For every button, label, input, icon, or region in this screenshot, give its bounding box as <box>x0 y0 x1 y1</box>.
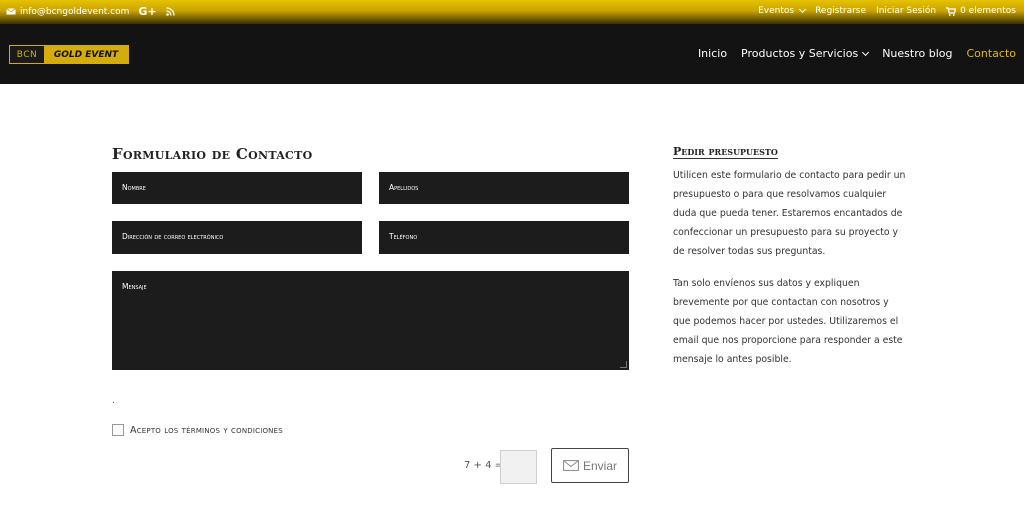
captcha-input[interactable] <box>500 450 537 484</box>
nav-productos[interactable]: Productos y Servicios <box>741 47 870 60</box>
captcha-question: 7 + 4 = <box>464 460 504 471</box>
eventos-link[interactable]: Eventos <box>758 5 807 16</box>
sidebar-title: Pedir presupuesto <box>673 145 778 159</box>
top-bar: info@bcngoldevent.com G+ Eventos Registr… <box>0 0 1024 24</box>
nav-blog[interactable]: Nuestro blog <box>882 47 952 60</box>
nav-inicio[interactable]: Inicio <box>698 47 727 60</box>
main-nav: Inicio Productos y Servicios Nuestro blo… <box>698 47 1016 60</box>
cart-count: 0 elementos <box>960 6 1016 16</box>
email-text: info@bcngoldevent.com <box>20 6 130 17</box>
message-field[interactable]: Mensaje <box>112 271 629 370</box>
send-label: Enviar <box>582 458 617 473</box>
phone-field[interactable]: Teléfono <box>379 221 629 254</box>
site-header: BCN GOLD EVENT Inicio Productos y Servic… <box>0 24 1024 84</box>
site-logo[interactable]: BCN GOLD EVENT <box>9 45 129 64</box>
register-link[interactable]: Registrarse <box>815 6 866 16</box>
form-dot: . <box>112 396 115 406</box>
logo-bcn: BCN <box>10 46 44 63</box>
chevron-down-icon <box>862 48 870 56</box>
terms-checkbox-row[interactable]: Acepto los términos y condiciones <box>112 424 283 436</box>
eventos-label: Eventos <box>758 6 795 16</box>
nav-productos-label: Productos y Servicios <box>741 47 859 60</box>
email-link[interactable]: info@bcngoldevent.com <box>6 7 129 17</box>
chevron-down-icon <box>799 5 807 14</box>
send-button[interactable]: Enviar <box>551 448 629 483</box>
nav-contacto[interactable]: Contacto <box>966 47 1016 60</box>
email-field[interactable]: Dirección de correo electrónico <box>112 221 362 254</box>
name-field[interactable]: Nombre <box>112 172 362 204</box>
rss-icon[interactable] <box>165 7 175 16</box>
terms-checkbox[interactable] <box>112 424 124 436</box>
envelope-icon <box>563 460 579 471</box>
terms-label: Acepto los términos y condiciones <box>130 424 283 436</box>
surname-field[interactable]: Apellidos <box>379 172 629 204</box>
form-title: Formulario de Contacto <box>112 145 313 163</box>
google-plus-icon[interactable]: G+ <box>138 5 156 18</box>
cart-link[interactable]: 0 elementos <box>946 6 1016 16</box>
sidebar-paragraph-2: Tan solo envíenos sus datos y expliquen … <box>673 278 903 365</box>
login-link[interactable]: Iniciar Sesión <box>876 6 936 16</box>
cart-icon <box>946 6 957 16</box>
sidebar-paragraph-1: Utilicen este formulario de contacto par… <box>673 170 906 257</box>
envelope-icon <box>6 8 16 15</box>
logo-gold-event: GOLD EVENT <box>44 46 128 63</box>
